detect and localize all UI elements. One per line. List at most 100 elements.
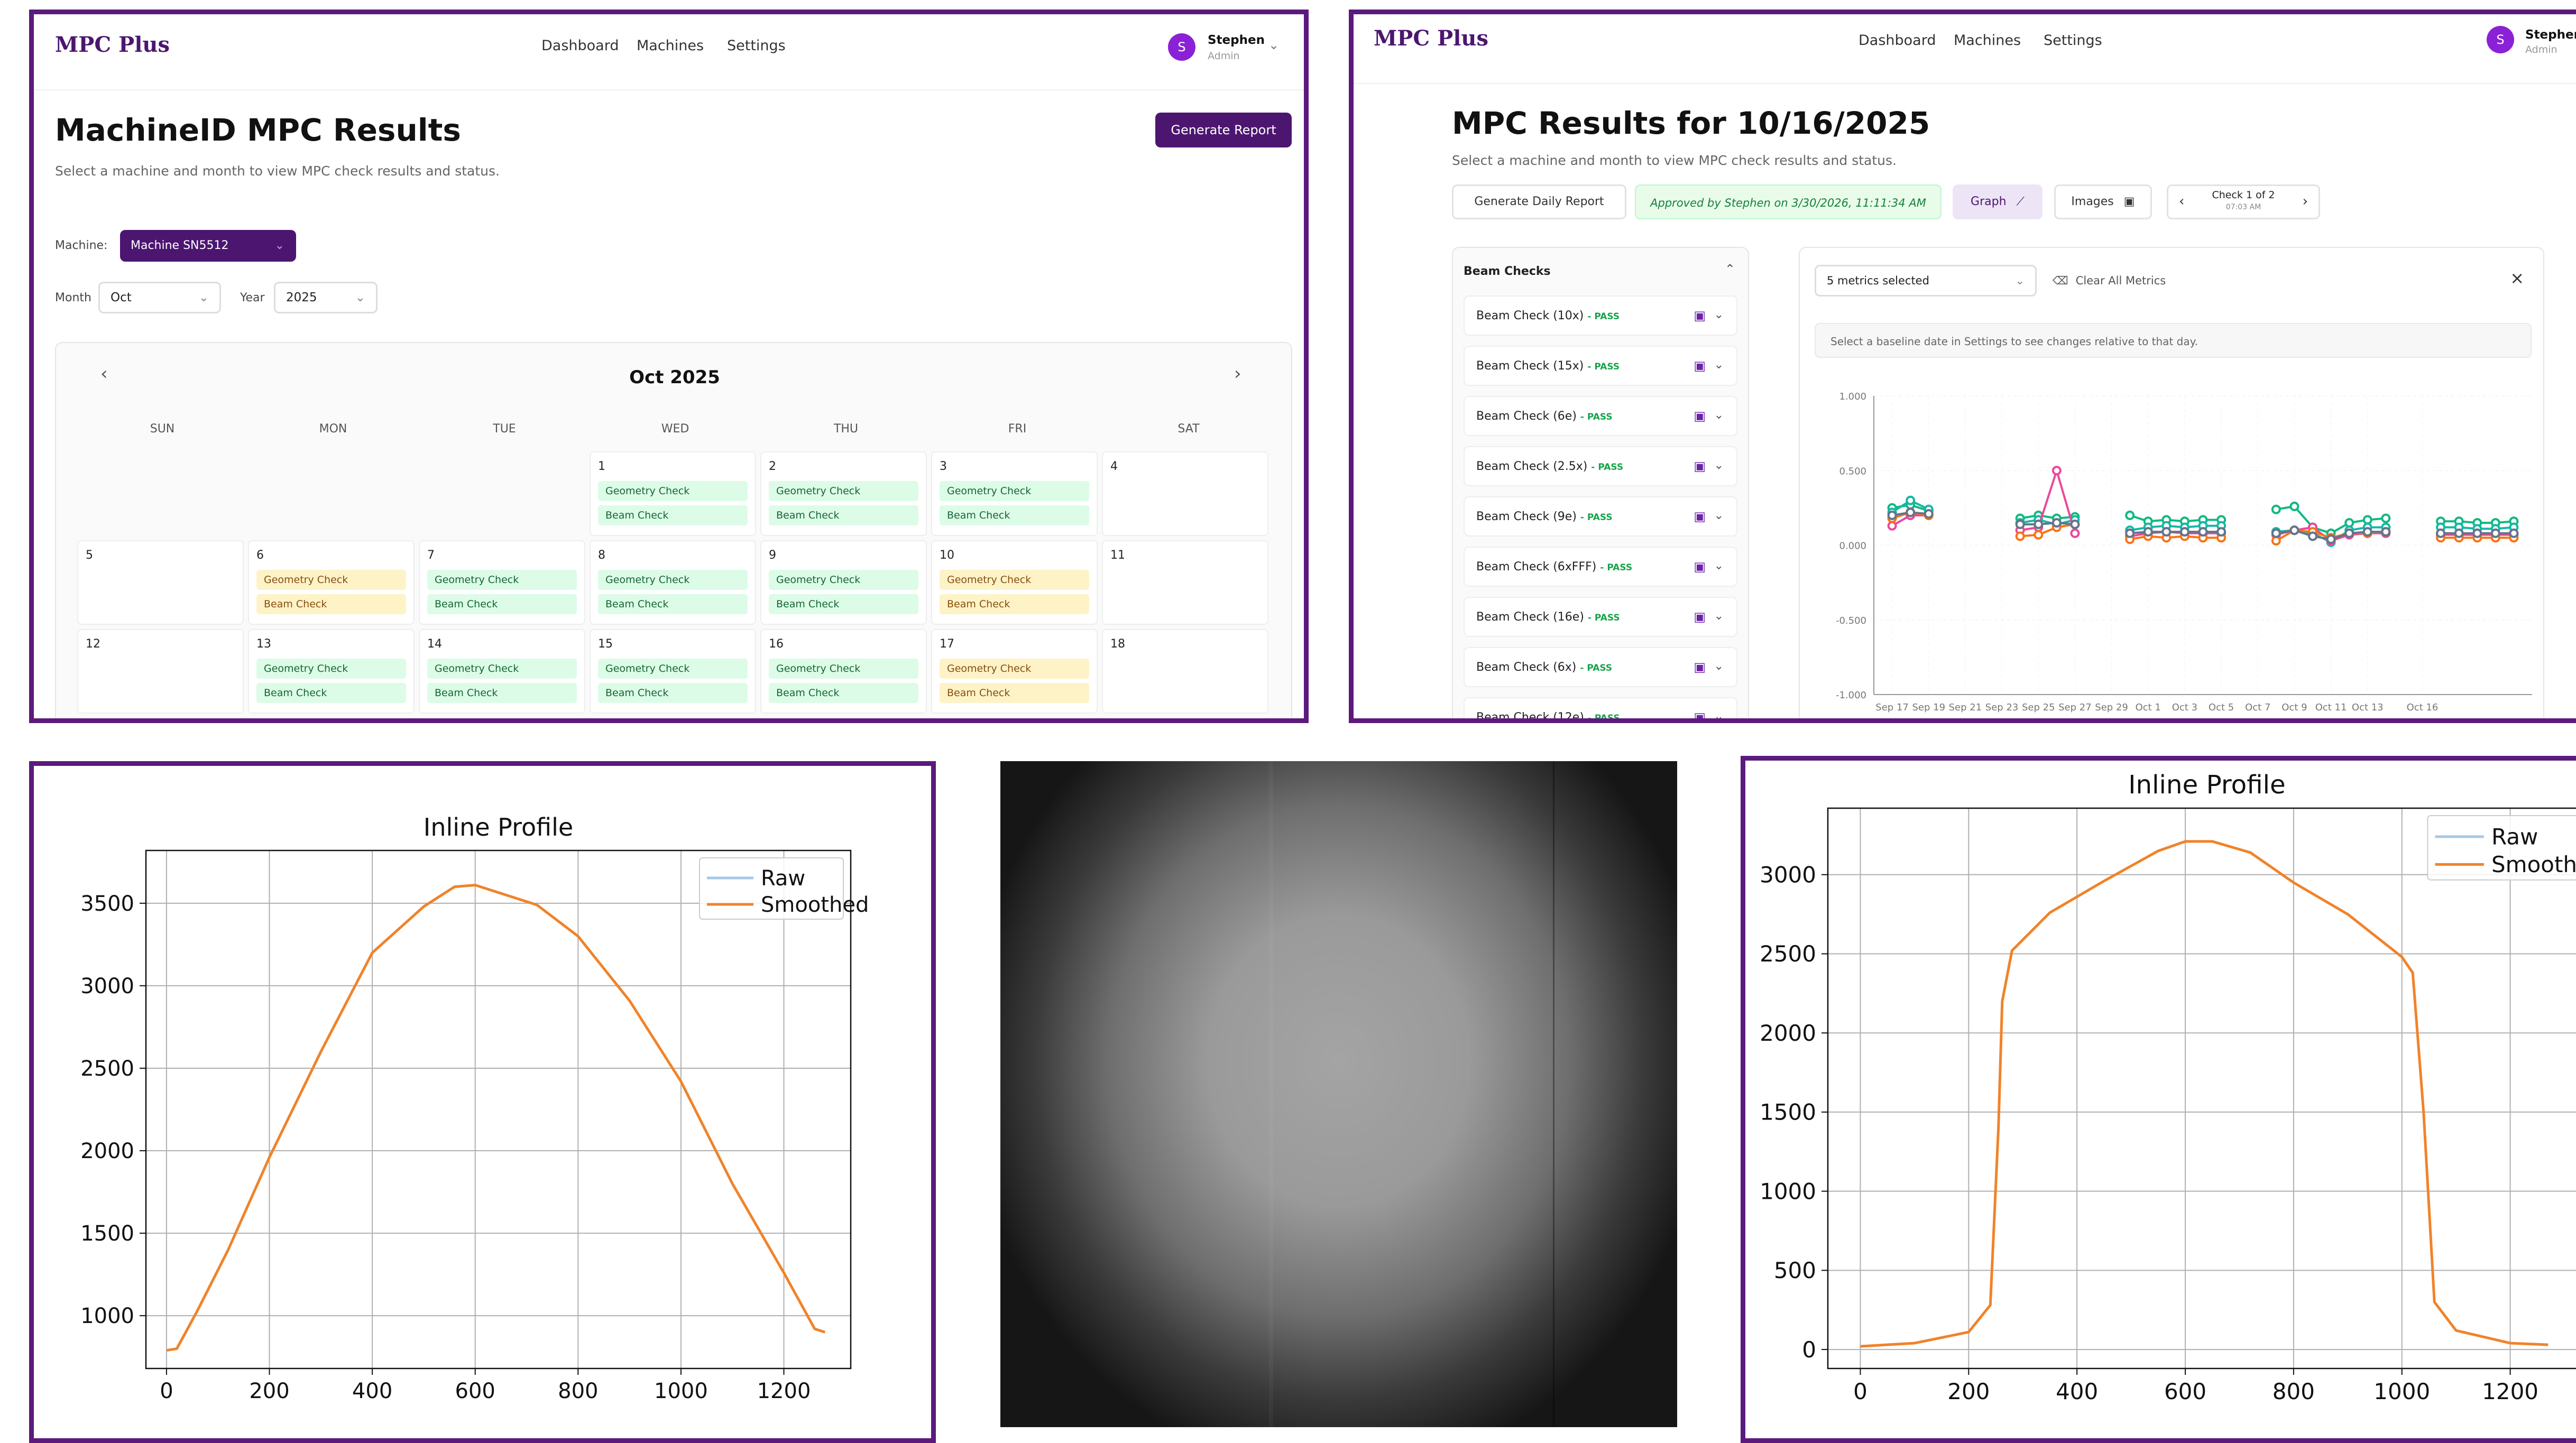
data-point[interactable] [1887,521,1897,531]
calendar-day[interactable]: 18 [1102,629,1268,714]
data-point[interactable] [2216,527,2227,537]
data-point[interactable] [2436,528,2446,538]
data-point[interactable] [2271,504,2281,514]
chevron-down-icon[interactable]: ⌄ [1268,38,1279,52]
nav-machines[interactable]: Machines [637,38,704,54]
image-icon[interactable]: ▣ [1694,559,1706,574]
data-point[interactable] [2034,519,2044,529]
beam-check-row[interactable]: Beam Check (2.5x) - PASS ▣ ⌄ [1464,446,1737,486]
app-logo[interactable]: MPC Plus [55,32,170,57]
beam-check-row[interactable]: Beam Check (6e) - PASS ▣ ⌄ [1464,396,1737,436]
calendar-day[interactable]: 1 Geometry Check Beam Check [590,451,756,536]
nav-machines[interactable]: Machines [1954,32,2021,49]
data-point[interactable] [2472,528,2482,538]
avatar[interactable]: S [2487,26,2514,53]
avatar[interactable]: S [1168,33,1195,61]
data-point[interactable] [2289,525,2299,535]
data-point[interactable] [2344,518,2354,528]
data-point[interactable] [2179,527,2189,537]
data-point[interactable] [2015,519,2025,529]
beam-check-chip[interactable]: Beam Check [598,505,748,525]
data-point[interactable] [2344,528,2354,538]
beam-check-row[interactable]: Beam Check (6x) - PASS ▣ ⌄ [1464,647,1737,687]
geometry-check-chip[interactable]: Geometry Check [427,659,577,679]
nav-settings[interactable]: Settings [2044,32,2102,49]
data-point[interactable] [2490,528,2500,538]
geometry-check-chip[interactable]: Geometry Check [940,570,1089,590]
calendar-day[interactable]: 14 Geometry Check Beam Check [419,629,585,714]
calendar-day[interactable]: 6 Geometry Check Beam Check [248,540,415,625]
data-point[interactable] [2015,531,2025,541]
calendar-day[interactable]: 15 Geometry Check Beam Check [590,629,756,714]
calendar-day[interactable]: 11 [1102,540,1268,625]
calendar-day[interactable]: 8 Geometry Check Beam Check [590,540,756,625]
data-point[interactable] [1887,511,1897,520]
beam-check-chip[interactable]: Beam Check [769,505,918,525]
chevron-down-icon[interactable]: ⌄ [1714,358,1724,372]
beam-check-chip[interactable]: Beam Check [940,683,1089,703]
beam-check-chip[interactable]: Beam Check [769,594,918,614]
nav-settings[interactable]: Settings [727,38,786,54]
chevron-down-icon[interactable]: ⌄ [1714,459,1724,472]
image-icon[interactable]: ▣ [1694,358,1706,373]
data-point[interactable] [2326,534,2336,544]
beam-check-chip[interactable]: Beam Check [427,683,577,703]
calendar-next-button[interactable]: › [1234,363,1241,384]
graph-tab[interactable]: Graph ⟋ [1953,184,2043,219]
beam-check-chip[interactable]: Beam Check [427,594,577,614]
data-point[interactable] [2125,528,2135,538]
chevron-down-icon[interactable]: ⌄ [1714,409,1724,422]
data-point[interactable] [2198,527,2208,537]
calendar-day[interactable]: 3 Geometry Check Beam Check [931,451,1098,536]
data-point[interactable] [2381,527,2391,537]
chevron-down-icon[interactable]: ⌄ [1714,660,1724,673]
data-point[interactable] [2051,518,2062,528]
image-icon[interactable]: ▣ [1694,660,1706,674]
clear-metrics-button[interactable]: ⌫ Clear All Metrics [2053,274,2166,287]
data-point[interactable] [2271,528,2281,538]
calendar-day[interactable]: 13 Geometry Check Beam Check [248,629,415,714]
chevron-down-icon[interactable]: ⌄ [1714,710,1724,718]
calendar-day[interactable]: 5 [77,540,244,625]
beam-check-chip[interactable]: Beam Check [256,594,406,614]
data-point[interactable] [2509,528,2519,538]
app-logo[interactable]: MPC Plus [1374,26,1488,51]
calendar-day[interactable]: 12 [77,629,244,714]
generate-report-button[interactable]: Generate Report [1155,113,1292,147]
calendar-day[interactable]: 4 [1102,451,1268,536]
data-point[interactable] [2125,511,2135,520]
beam-check-row[interactable]: Beam Check (12e) - PASS ▣ ⌄ [1464,697,1737,718]
data-point[interactable] [2143,527,2153,537]
beam-check-row[interactable]: Beam Check (10x) - PASS ▣ ⌄ [1464,295,1737,336]
beam-check-chip[interactable]: Beam Check [940,594,1089,614]
image-icon[interactable]: ▣ [1694,710,1706,718]
generate-daily-report-button[interactable]: Generate Daily Report [1452,184,1626,219]
beam-check-chip[interactable]: Beam Check [256,683,406,703]
geometry-check-chip[interactable]: Geometry Check [940,481,1089,501]
data-point[interactable] [2289,502,2299,512]
geometry-check-chip[interactable]: Geometry Check [769,570,918,590]
close-button[interactable]: × [2510,268,2524,288]
data-point[interactable] [2362,527,2372,537]
data-point[interactable] [2308,531,2317,541]
nav-dashboard[interactable]: Dashboard [1859,32,1936,49]
chevron-down-icon[interactable]: ⌄ [1714,509,1724,522]
data-point[interactable] [1906,495,1916,505]
beam-check-chip[interactable]: Beam Check [940,505,1089,525]
geometry-check-chip[interactable]: Geometry Check [598,481,748,501]
data-point[interactable] [2051,466,2062,476]
beam-check-chip[interactable]: Beam Check [598,594,748,614]
data-point[interactable] [2070,519,2080,529]
beam-check-chip[interactable]: Beam Check [598,683,748,703]
data-point[interactable] [2070,528,2080,538]
images-tab[interactable]: Images ▣ [2054,184,2152,219]
beam-checks-header[interactable]: Beam Checks [1464,265,1551,278]
image-icon[interactable]: ▣ [1694,609,1706,624]
data-point[interactable] [1924,509,1934,519]
calendar-day[interactable]: 7 Geometry Check Beam Check [419,540,585,625]
geometry-check-chip[interactable]: Geometry Check [598,570,748,590]
beam-check-chip[interactable]: Beam Check [769,683,918,703]
chevron-down-icon[interactable]: ⌄ [1714,308,1724,321]
beam-check-row[interactable]: Beam Check (16e) - PASS ▣ ⌄ [1464,597,1737,637]
geometry-check-chip[interactable]: Geometry Check [769,659,918,679]
